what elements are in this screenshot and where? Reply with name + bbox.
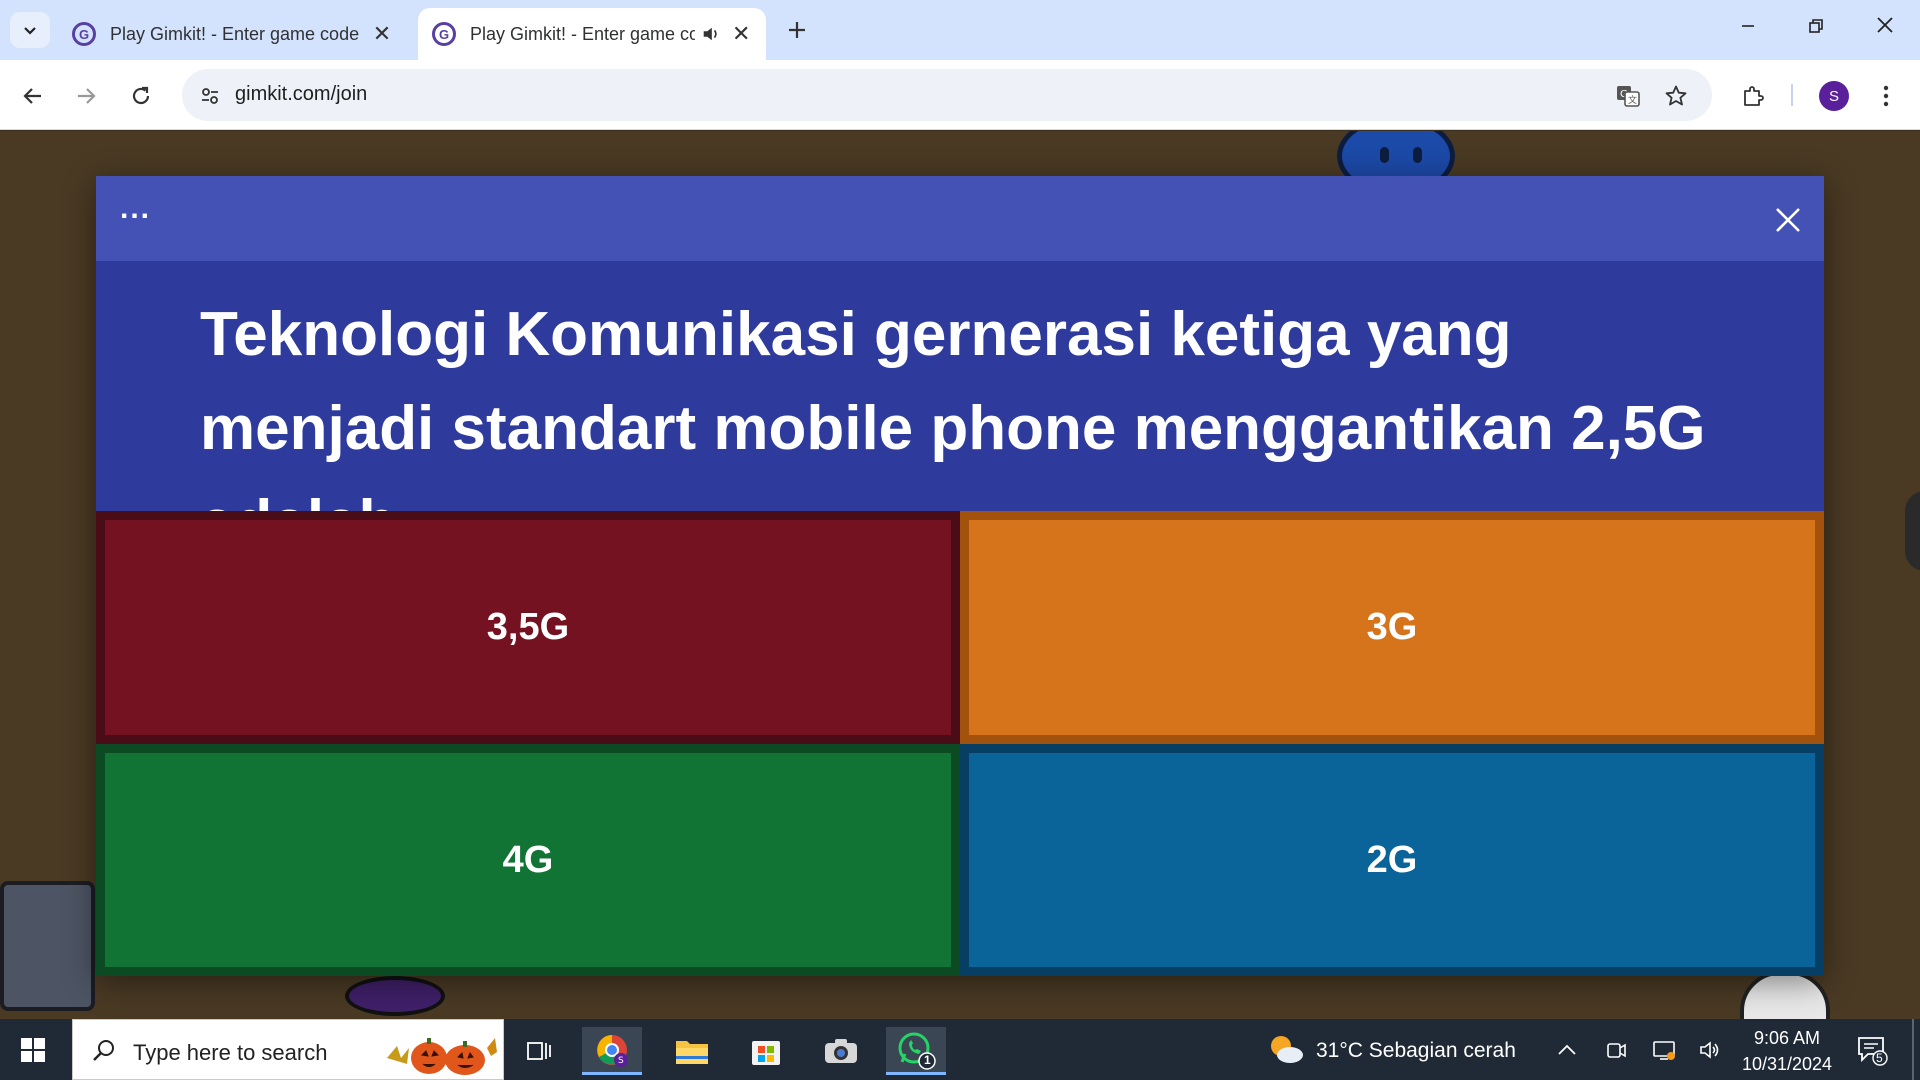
game-prop-machine [0, 881, 95, 1011]
taskbar-file-explorer[interactable] [662, 1027, 722, 1075]
answer-option-a[interactable]: 3,5G [96, 511, 960, 744]
clock-date: 10/31/2024 [1741, 1054, 1833, 1074]
taskbar-whatsapp[interactable]: 1 [886, 1027, 946, 1075]
tab-search-button[interactable] [10, 12, 50, 48]
folder-icon [676, 1041, 708, 1064]
minimize-icon [1742, 25, 1754, 27]
answer-label: 2G [1366, 838, 1418, 881]
halloween-pumpkin-icon [387, 1038, 497, 1075]
minimize-button[interactable] [1728, 14, 1768, 40]
restore-button[interactable] [1796, 14, 1836, 40]
taskbar-chrome[interactable]: S [582, 1027, 642, 1075]
more-options-button[interactable]: ... [120, 192, 151, 226]
reload-icon [132, 86, 150, 105]
search-icon [93, 1040, 114, 1061]
gimkit-favicon-icon: G [432, 22, 456, 46]
answer-option-d[interactable]: 2G [960, 744, 1824, 976]
toolbar-divider [1791, 84, 1793, 106]
tab-gimkit-1[interactable]: G Play Gimkit! - Enter game code ✕ [58, 8, 408, 60]
game-prop-character [345, 976, 445, 1016]
chevron-down-icon [24, 27, 36, 35]
browser-menu-button[interactable] [1868, 78, 1904, 114]
game-prop-robot [1740, 971, 1830, 1019]
arrow-right-icon [78, 88, 96, 104]
extensions-button[interactable] [1735, 78, 1771, 114]
camera-icon [825, 1039, 857, 1063]
site-settings-icon[interactable] [196, 82, 224, 110]
tune-icon [202, 88, 218, 104]
tab-gimkit-2[interactable]: G Play Gimkit! - Enter game code ✕ [418, 8, 766, 60]
task-view-icon [527, 1042, 551, 1060]
arrow-left-icon [23, 88, 41, 104]
meet-now-icon[interactable] [1603, 1037, 1629, 1063]
speaker-icon[interactable] [701, 23, 721, 45]
taskbar-microsoft-store[interactable] [736, 1027, 796, 1075]
weather-text[interactable]: 31°C Sebagian cerah [1316, 1039, 1516, 1063]
star-icon [1665, 85, 1687, 106]
system-clock[interactable]: 9:06 AM 10/31/2024 [1732, 1025, 1842, 1077]
new-tab-button[interactable] [780, 14, 814, 48]
profile-avatar[interactable]: S [1819, 81, 1849, 111]
puzzle-icon [1744, 86, 1764, 106]
whatsapp-badge: 1 [924, 1053, 931, 1067]
close-icon [1877, 17, 1893, 33]
network-icon[interactable] [1651, 1037, 1677, 1063]
windows-taskbar: Type here to search S 1 31°C Sebagian ce… [0, 1019, 1920, 1080]
plus-icon [789, 22, 805, 38]
svg-text:文: 文 [1628, 94, 1637, 106]
taskbar-search[interactable]: Type here to search [72, 1019, 504, 1080]
modal-header: ... [96, 176, 1824, 261]
restore-icon [1809, 19, 1823, 33]
translate-icon: G文 [1617, 86, 1640, 107]
close-tab-icon[interactable]: ✕ [370, 21, 394, 47]
url-text: gimkit.com/join [235, 83, 368, 105]
browser-toolbar: gimkit.com/join G文 S [0, 60, 1920, 130]
tab-title: Play Gimkit! - Enter game code [110, 23, 360, 44]
question-modal: ... Teknologi Komunikasi gernerasi ketig… [96, 176, 1824, 976]
taskbar-camera[interactable] [811, 1027, 871, 1075]
notification-icon [1858, 1037, 1888, 1066]
gimkit-favicon-icon: G [72, 22, 96, 46]
close-modal-button[interactable] [1768, 200, 1808, 240]
close-icon [1776, 208, 1800, 232]
translate-button[interactable]: G文 [1614, 82, 1642, 110]
store-icon [752, 1041, 780, 1065]
svg-text:S: S [618, 1056, 624, 1066]
answer-option-c[interactable]: 4G [96, 744, 960, 976]
task-view-button[interactable] [510, 1027, 570, 1075]
chrome-icon: S [597, 1034, 628, 1067]
reload-button[interactable] [123, 78, 159, 114]
back-button[interactable] [15, 78, 51, 114]
address-bar[interactable]: gimkit.com/join G文 [182, 69, 1712, 121]
forward-button[interactable] [68, 78, 104, 114]
chevron-up-icon[interactable] [1554, 1037, 1580, 1063]
windows-start-icon[interactable] [20, 1037, 46, 1063]
answer-label: 3G [1366, 606, 1418, 648]
character-eye [1413, 147, 1422, 163]
search-placeholder: Type here to search [133, 1040, 328, 1065]
answer-label: 4G [502, 838, 554, 881]
close-tab-icon[interactable]: ✕ [730, 21, 752, 47]
answer-label: 3,5G [486, 606, 570, 648]
tab-strip: G Play Gimkit! - Enter game code ✕ G Pla… [0, 0, 1920, 60]
close-window-button[interactable] [1865, 14, 1905, 40]
notification-center-button[interactable]: 5 [1856, 1034, 1888, 1066]
more-vert-icon [1883, 85, 1889, 107]
volume-icon[interactable] [1697, 1037, 1723, 1063]
clock-time: 9:06 AM [1753, 1028, 1821, 1048]
game-prop-edge [1905, 491, 1920, 571]
tab-title: Play Gimkit! - Enter game code [470, 23, 695, 44]
notification-count: 5 [1876, 1051, 1883, 1065]
answer-option-b[interactable]: 3G [960, 511, 1824, 744]
show-desktop-button[interactable] [1912, 1019, 1914, 1080]
weather-partly-sunny-icon [1271, 1036, 1303, 1063]
bookmark-button[interactable] [1662, 82, 1690, 110]
character-eye [1380, 147, 1389, 163]
